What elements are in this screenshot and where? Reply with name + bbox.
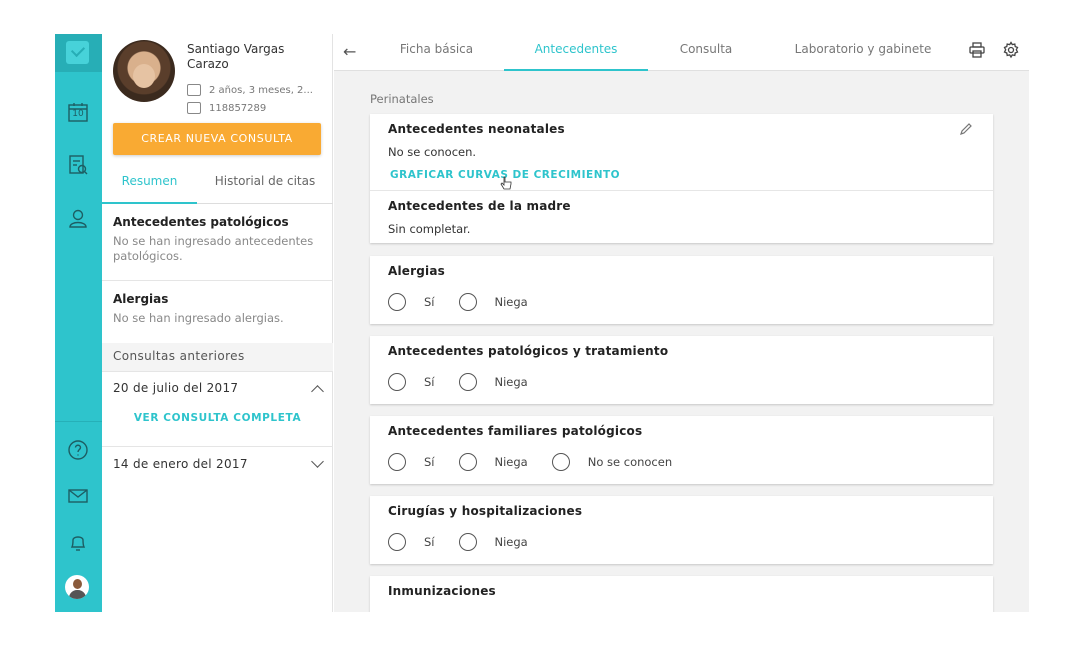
divider [102, 446, 333, 447]
radio-yes-label: Sí [424, 535, 435, 549]
doctor-avatar[interactable] [65, 575, 89, 599]
consult-item[interactable]: 20 de julio del 2017 [113, 381, 324, 398]
divider [370, 190, 993, 191]
family-options: Sí Niega No se conocen [388, 453, 696, 471]
consult-date: 20 de julio del 2017 [113, 381, 239, 395]
summary-pathologic-text: No se han ingresado antecedentes patológ… [113, 234, 314, 263]
family-history-card: Antecedentes familiares patológicos Sí N… [370, 416, 993, 484]
neonatal-title: Antecedentes neonatales [388, 122, 565, 136]
patient-age: 2 años, 3 meses, 2... [209, 84, 313, 96]
chevron-up-icon[interactable] [311, 385, 324, 398]
view-full-consult-link[interactable]: VER CONSULTA COMPLETA [102, 412, 333, 424]
mother-text: Sin completar. [388, 222, 471, 236]
back-arrow-icon[interactable]: ← [343, 42, 356, 61]
radio-deny[interactable] [458, 293, 477, 311]
radio-deny[interactable] [458, 453, 477, 471]
patient-name: Santiago Vargas Carazo [187, 42, 285, 71]
patient-user-icon[interactable] [66, 206, 90, 230]
radio-yes-label: Sí [424, 455, 435, 469]
id-card-icon [187, 102, 201, 114]
radio-deny-label: Niega [494, 375, 528, 389]
divider [102, 280, 333, 281]
radio-unknown-label: No se conocen [587, 455, 673, 469]
birthday-cake-icon [187, 84, 201, 96]
consult-item[interactable]: 14 de enero del 2017 [113, 455, 324, 471]
divider [102, 371, 333, 372]
avatar-body [69, 590, 86, 599]
consult-date: 14 de enero del 2017 [113, 457, 248, 471]
patient-id-row: 118857289 [187, 102, 266, 114]
records-search-icon[interactable] [66, 153, 90, 177]
radio-yes-label: Sí [424, 295, 435, 309]
patient-id: 118857289 [209, 102, 267, 114]
summary-pathologic: Antecedentes patológicos No se han ingre… [102, 215, 333, 264]
app-logo[interactable] [55, 34, 102, 72]
path-treat-options: Sí Niega [388, 373, 552, 391]
radio-yes[interactable] [388, 293, 406, 311]
radio-deny-label: Niega [494, 295, 528, 309]
bell-icon[interactable] [66, 530, 90, 554]
allergies-title: Alergias [388, 264, 446, 278]
logo-check-icon [66, 41, 89, 64]
tab-consulta[interactable]: Consulta [660, 34, 752, 71]
radio-deny-label: Niega [494, 535, 528, 549]
radio-deny[interactable] [458, 533, 477, 551]
pathologic-treatment-card: Antecedentes patológicos y tratamiento S… [370, 336, 993, 404]
app-window: 10 Santiago Vargas Carazo 2 años, 3 mese… [55, 34, 1029, 612]
summary-allergies: Alergias No se han ingresado alergias. [102, 292, 333, 326]
edit-pencil-icon[interactable] [959, 121, 973, 135]
mail-icon[interactable] [66, 484, 90, 508]
radio-deny-label: Niega [494, 455, 528, 469]
patient-panel: Santiago Vargas Carazo 2 años, 3 meses, … [102, 34, 333, 612]
icon-rail: 10 [55, 34, 102, 612]
hand-cursor-icon [500, 176, 512, 190]
surgery-card: Cirugías y hospitalizaciones Sí Niega [370, 496, 993, 564]
create-consult-button[interactable]: CREAR NUEVA CONSULTA [113, 123, 321, 155]
avatar-head [73, 579, 82, 589]
surgery-title: Cirugías y hospitalizaciones [388, 504, 583, 518]
calendar-day: 10 [72, 109, 84, 119]
tab-laboratorio-gabinete[interactable]: Laboratorio y gabinete [782, 34, 944, 71]
tab-resumen[interactable]: Resumen [102, 164, 197, 204]
mother-title: Antecedentes de la madre [388, 199, 571, 213]
previous-consults-header: Consultas anteriores [102, 343, 333, 371]
perinatales-label: Perinatales [370, 92, 434, 106]
gear-icon[interactable] [1002, 41, 1020, 59]
calendar-icon[interactable]: 10 [66, 100, 90, 124]
main-area: ← Ficha básica Antecedentes Consulta Lab… [334, 34, 1029, 612]
tab-antecedentes[interactable]: Antecedentes [504, 34, 648, 71]
top-tab-bar: ← Ficha básica Antecedentes Consulta Lab… [334, 34, 1029, 71]
patient-age-row: 2 años, 3 meses, 2... [187, 84, 313, 96]
radio-unknown[interactable] [551, 453, 570, 471]
immun-title: Inmunizaciones [388, 584, 496, 598]
print-icon[interactable] [968, 41, 986, 59]
patient-photo [113, 40, 175, 102]
radio-yes[interactable] [388, 533, 406, 551]
neonatal-text: No se conocen. [388, 145, 477, 159]
family-title: Antecedentes familiares patológicos [388, 424, 643, 438]
allergies-card: Alergias Sí Niega [370, 256, 993, 324]
radio-yes[interactable] [388, 453, 406, 471]
panel-tabs: Resumen Historial de citas [102, 164, 333, 204]
tab-historial-citas[interactable]: Historial de citas [197, 164, 333, 204]
surgery-options: Sí Niega [388, 533, 552, 551]
tab-ficha-basica[interactable]: Ficha básica [384, 34, 489, 71]
summary-pathologic-title: Antecedentes patológicos [113, 215, 289, 229]
help-icon[interactable] [66, 438, 90, 462]
perinatal-card: Antecedentes neonatales No se conocen. G… [370, 114, 993, 243]
immunization-card: Inmunizaciones [370, 576, 993, 612]
radio-yes-label: Sí [424, 375, 435, 389]
path-treat-title: Antecedentes patológicos y tratamiento [388, 344, 669, 358]
summary-allergies-title: Alergias [113, 292, 169, 306]
radio-yes[interactable] [388, 373, 406, 391]
rail-divider [55, 421, 102, 422]
radio-deny[interactable] [458, 373, 477, 391]
allergies-options: Sí Niega [388, 293, 552, 311]
summary-allergies-text: No se han ingresado alergias. [113, 311, 284, 325]
chevron-down-icon[interactable] [311, 455, 324, 468]
